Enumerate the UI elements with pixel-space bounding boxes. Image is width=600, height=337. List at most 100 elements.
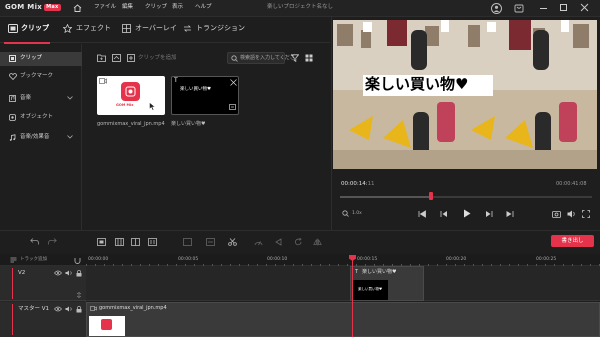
chevron-down-icon (67, 96, 73, 100)
crop-icon[interactable] (183, 238, 192, 246)
sound-effect-icon (9, 134, 16, 141)
sidebar-item-label: 音楽 (20, 95, 32, 101)
flip-icon[interactable] (313, 238, 322, 246)
add-clip-icon[interactable] (127, 54, 135, 62)
timeline-clip-video[interactable]: gommixmax_viral_jpn.mp4 (86, 302, 600, 337)
resize-icon[interactable] (76, 292, 82, 298)
effect-icon (63, 24, 72, 33)
mute-icon[interactable] (65, 270, 73, 276)
sidebar-item-music-effects[interactable]: 音楽/効果音 (0, 131, 82, 145)
sidebar-item-clip[interactable]: クリップ (0, 52, 82, 66)
volume-icon[interactable] (567, 210, 576, 218)
add-track-label[interactable]: トラック追加 (20, 257, 47, 263)
rotate-icon[interactable] (294, 238, 303, 246)
text-clip-icon: T (174, 77, 178, 84)
clip-thumbnail-text[interactable]: T 楽しい買い物♥ (171, 76, 239, 115)
text-edit-icon (229, 104, 236, 110)
tab-transition[interactable]: トランジション (196, 25, 245, 32)
skip-forward-icon[interactable] (506, 210, 514, 218)
fullscreen-icon[interactable] (582, 210, 590, 218)
reverse-icon[interactable] (274, 238, 283, 246)
zoom-icon[interactable] (342, 210, 349, 217)
eye-icon[interactable] (54, 270, 62, 276)
next-frame-icon[interactable] (485, 210, 493, 218)
app-logo-icon (101, 319, 112, 330)
video-clip-icon (90, 306, 97, 311)
ruler-label: 00:00:15 (357, 257, 378, 262)
prev-frame-icon[interactable] (440, 210, 448, 218)
grid-view-icon[interactable] (305, 54, 313, 62)
undo-icon[interactable] (30, 238, 39, 245)
add-folder-icon[interactable] (97, 54, 106, 62)
tab-clip[interactable]: クリップ (21, 25, 49, 32)
close-icon[interactable] (580, 3, 589, 12)
clip-thumbnail-video[interactable]: GOM Mix (97, 76, 165, 115)
search-icon (231, 55, 238, 62)
export-button[interactable]: 書き出し (551, 235, 594, 247)
ruler-label: 00:00:10 (267, 257, 288, 262)
playhead[interactable] (352, 258, 353, 337)
add-track-icon[interactable] (10, 257, 17, 263)
clip-frame: 楽しい買い物♥ (352, 280, 388, 300)
search-input[interactable]: 検索語を入力してくださ (227, 52, 295, 64)
sidebar-item-label: 音楽/効果音 (20, 134, 50, 140)
video-clip-icon (99, 78, 107, 84)
scissors-icon[interactable] (228, 238, 237, 246)
tab-overlay[interactable]: オーバーレイ (135, 25, 177, 32)
play-icon[interactable] (463, 209, 471, 218)
speed-label[interactable]: 1.0x (352, 211, 362, 217)
timeline-clip-text[interactable]: T 楽しい買い物♥ 楽しい買い物♥ (350, 266, 424, 301)
close-icon[interactable] (230, 79, 237, 86)
track-lane-v2[interactable] (86, 266, 600, 301)
ruler-label: 00:00:20 (446, 257, 467, 262)
filter-icon[interactable] (291, 54, 299, 62)
clip-name: gommixmax_viral_jpn.mp4 (97, 121, 165, 127)
track-name: V2 (18, 270, 26, 276)
cart-icon[interactable] (514, 4, 524, 13)
speed-icon[interactable] (254, 238, 263, 246)
track-v2-marker (12, 268, 13, 299)
clip-tab-icon (8, 24, 18, 33)
ruler-label: 00:00:05 (178, 257, 199, 262)
timeline-clip-label: gommixmax_viral_jpn.mp4 (99, 305, 167, 311)
filmstrip-icon[interactable] (115, 238, 124, 246)
heart-icon (9, 73, 17, 80)
progress-knob[interactable] (428, 192, 433, 200)
trim-icon[interactable] (148, 238, 157, 246)
sidebar-item-music[interactable]: 音楽 (0, 92, 82, 106)
mute-icon[interactable] (65, 306, 73, 312)
split-view-icon[interactable] (97, 238, 106, 246)
import-icon[interactable] (112, 54, 121, 62)
current-time: 00:00:14:11 (341, 181, 375, 187)
redo-icon[interactable] (48, 238, 57, 245)
sidebar-item-label: オブジェクト (20, 114, 54, 120)
account-icon[interactable] (491, 3, 502, 14)
snapshot-icon[interactable] (552, 210, 561, 218)
sidebar-item-object[interactable]: オブジェクト (0, 111, 82, 125)
tab-effect[interactable]: エフェクト (76, 25, 111, 32)
detach-icon[interactable] (206, 238, 215, 246)
add-clip-label[interactable]: クリップを追加 (138, 55, 177, 62)
sidebar-item-bookmark[interactable]: ブックマーク (0, 70, 82, 84)
sidebar-item-label: クリップ (20, 55, 43, 61)
clip-name: 楽しい買い物♥ (171, 121, 206, 127)
lock-icon[interactable] (76, 270, 82, 277)
maximize-icon[interactable] (560, 4, 567, 11)
progress-track[interactable] (340, 196, 592, 198)
text-clip-icon: T (355, 269, 359, 275)
skip-back-icon[interactable] (418, 210, 426, 218)
columns-icon[interactable] (131, 238, 140, 246)
lock-icon[interactable] (76, 306, 82, 313)
video-caption: 楽しい買い物♥ (365, 75, 469, 93)
track-name: マスター V1 (18, 306, 50, 312)
thumb-text: 楽しい買い物♥ (180, 87, 212, 92)
track-v1-marker (12, 304, 13, 335)
progress-fill (340, 196, 431, 198)
eye-icon[interactable] (54, 306, 62, 312)
music-icon (9, 95, 16, 102)
cursor-icon (149, 102, 156, 111)
magnet-icon[interactable] (74, 257, 81, 264)
search-placeholder: 検索語を入力してくださ (240, 55, 295, 61)
minimize-icon[interactable] (540, 8, 547, 9)
chevron-down-icon (67, 135, 73, 139)
